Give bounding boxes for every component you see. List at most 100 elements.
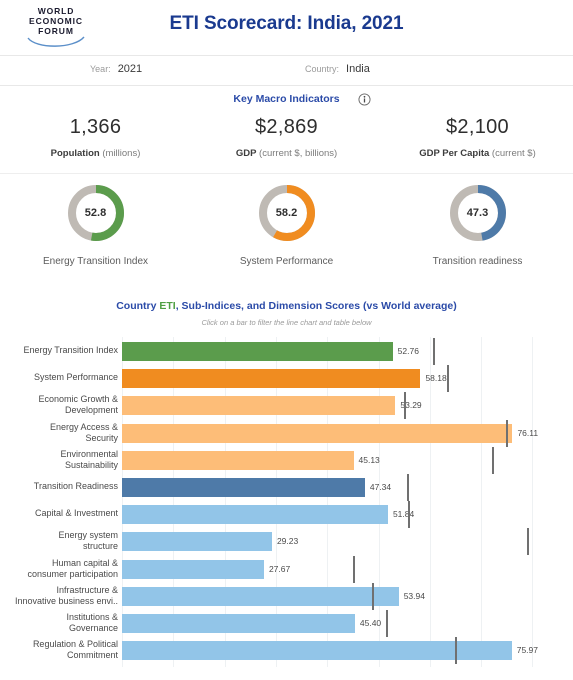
bar-category-label: Institutions & Governance <box>0 612 118 634</box>
bar-category-label-line: Governance <box>68 623 118 633</box>
filter-bar: Year: 2021 Country: India <box>0 56 573 86</box>
bar-chart-title: Country ETI, Sub-Indices, and Dimension … <box>0 300 573 312</box>
bar-category-label: Energy Access & Security <box>0 422 118 444</box>
gauge-2: 47.3 Transition readiness <box>382 182 573 292</box>
world-average-marker <box>407 474 410 501</box>
world-average-marker <box>352 555 355 583</box>
bar-category-label-line: Human capital & <box>51 557 118 568</box>
world-average-marker <box>372 582 375 610</box>
bar-category-label-line: structure <box>82 541 118 552</box>
bar[interactable] <box>122 342 393 361</box>
key-macro-indicators-section: Key Macro Indicators 1,366 Population (mi… <box>0 86 573 174</box>
page-title: ETI Scorecard: India, 2021 <box>169 13 404 34</box>
bar-row[interactable]: Environmental Sustainability 45.13 <box>0 446 573 477</box>
macro-value: 1,366 <box>69 116 122 138</box>
bar-value-label: 75.97 <box>516 645 538 656</box>
bar-row[interactable]: Capital & Investment 51.84 <box>0 501 573 531</box>
donut-gauge: 52.8 <box>65 182 127 244</box>
country-filter-value[interactable]: India <box>346 63 370 75</box>
world-average-marker <box>455 637 458 665</box>
macro-indicator-2: $2,100 GDP Per Capita (current $) <box>382 116 573 159</box>
bar[interactable] <box>122 532 272 552</box>
eti-scorecard-dashboard: WORLD ECONOMIC FORUM ETI Scorecard: Indi… <box>0 0 573 680</box>
macro-indicator-0: 1,366 Population (millions) <box>0 116 191 159</box>
bar-value-label: 76.11 <box>517 427 539 438</box>
bar[interactable] <box>122 369 421 389</box>
bar-category-label-line: Capital & Investment <box>34 508 118 519</box>
year-filter-label: Year: <box>90 64 111 74</box>
logo-arc-icon <box>27 36 85 47</box>
bar-row[interactable]: Human capital & consumer participation 27.… <box>0 555 573 586</box>
gauge-0: 52.8 Energy Transition Index <box>0 182 191 292</box>
bar-row[interactable]: Energy system structure 29.23 <box>0 528 573 558</box>
bar-row[interactable]: Energy Transition Index 52.76 <box>0 338 573 368</box>
info-icon[interactable] <box>358 93 371 106</box>
bar-category-label-line: Development <box>64 405 118 416</box>
bar-category-label-line: Economic Growth & <box>38 394 118 405</box>
bar[interactable] <box>122 505 388 525</box>
bar-category-label-line: Infrastructure & <box>56 584 118 595</box>
world-average-marker <box>386 610 389 637</box>
gauge-label: Energy Transition Index <box>42 256 149 267</box>
scores-bar-chart[interactable]: Energy Transition Index 52.76 System Perfo… <box>0 337 573 667</box>
macro-value: $2,100 <box>446 116 509 138</box>
bar[interactable] <box>122 450 354 470</box>
bar-row[interactable]: Energy Access & Security 76.11 <box>0 419 573 450</box>
bar-value-label: 45.40 <box>359 618 382 628</box>
country-filter[interactable]: Country: India <box>305 63 370 75</box>
bar-category-label-line: Environmental <box>60 448 118 459</box>
year-filter[interactable]: Year: 2021 <box>90 63 142 75</box>
bar[interactable] <box>122 423 513 443</box>
bar-category-label-line: System Performance <box>33 372 118 383</box>
bar[interactable] <box>122 586 399 606</box>
bar-category-label-line: Sustainability <box>64 459 118 470</box>
bar-category-label: Capital & Investment <box>0 508 118 519</box>
gauge-value: 52.8 <box>84 207 107 219</box>
bar-value-label: 27.67 <box>268 563 291 574</box>
bar-row[interactable]: Transition Readiness 47.34 <box>0 474 573 504</box>
bar-row[interactable]: Institutions & Governance 45.40 <box>0 610 573 640</box>
world-average-marker <box>527 528 530 556</box>
bar-category-label-line: Transition Readiness <box>33 481 118 491</box>
gauge-value: 47.3 <box>466 207 489 219</box>
macro-value: $2,869 <box>255 116 318 138</box>
bar[interactable] <box>122 559 264 579</box>
bar[interactable] <box>122 614 355 633</box>
bar-category-label: Environmental Sustainability <box>0 449 118 471</box>
bar-category-label: Infrastructure & Innovative business envi… <box>0 585 118 607</box>
bar-value-label: 51.84 <box>392 509 415 520</box>
bar-category-label-line: Commitment <box>66 650 118 661</box>
world-average-marker <box>407 501 410 529</box>
macro-section-title: Key Macro Indicators <box>233 93 340 105</box>
bar-chart-header: Country ETI, Sub-Indices, and Dimension … <box>0 292 573 337</box>
bar-chart-subtitle: Click on a bar to filter the line chart … <box>201 318 372 327</box>
bar-category-label: Energy system structure <box>0 530 118 552</box>
bar-category-label-line: consumer participation <box>27 568 118 579</box>
bar-category-label-line: Energy Transition Index <box>23 345 118 355</box>
bar-category-label-line: Innovative business envi.. <box>14 595 118 606</box>
bar-category-label-line: Security <box>85 432 118 443</box>
gauge-1: 58.2 System Performance <box>191 182 382 292</box>
bar-value-label: 29.23 <box>276 536 299 547</box>
gauge-row: 52.8 Energy Transition Index 58.2 System Pe… <box>0 174 573 292</box>
world-average-marker <box>492 446 495 474</box>
macro-label: GDP (current $, billions) <box>235 148 338 159</box>
year-filter-value[interactable]: 2021 <box>118 63 142 75</box>
bar-category-label: Economic Growth & Development <box>0 394 118 416</box>
chart-title-post: , Sub-Indices, and Dimension Scores (vs … <box>175 300 457 312</box>
bar-row[interactable]: Infrastructure & Innovative business envi… <box>0 582 573 613</box>
bar[interactable] <box>122 641 512 661</box>
bar-row[interactable]: Regulation & Political Commitment 75.97 <box>0 637 573 667</box>
bar-value-label: 52.76 <box>397 346 419 356</box>
macro-indicator-1: $2,869 GDP (current $, billions) <box>191 116 382 159</box>
donut-gauge: 58.2 <box>256 182 318 244</box>
chart-title-eti: ETI <box>159 300 176 312</box>
world-average-marker <box>446 365 449 393</box>
bar-category-label: System Performance <box>0 372 118 383</box>
bar[interactable] <box>122 478 365 497</box>
bar[interactable] <box>122 396 396 416</box>
bar-row[interactable]: Economic Growth & Development 53.29 <box>0 392 573 422</box>
bar-row[interactable]: System Performance 58.18 <box>0 365 573 395</box>
world-average-marker <box>404 392 407 420</box>
donut-gauge: 47.3 <box>447 182 509 244</box>
